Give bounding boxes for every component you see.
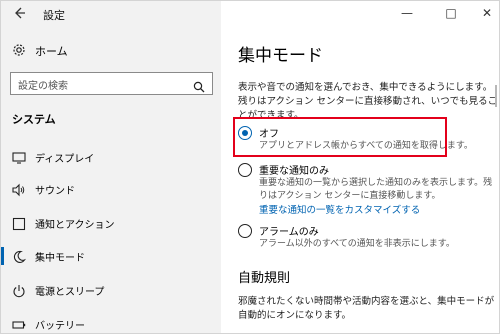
option-label: 重要な通知のみ — [259, 166, 329, 177]
auto-rules-description: 邪魔されたくない時間帯や活動内容を選ぶと、集中モードが自動的にオンになります。 — [238, 296, 495, 321]
section-title: システム — [12, 113, 56, 126]
speaker-icon — [12, 182, 26, 197]
minimize-button[interactable]: — — [399, 5, 415, 21]
radio-alarms-only[interactable] — [238, 224, 252, 238]
sidebar-item-home[interactable]: ホーム — [1, 38, 221, 62]
close-button[interactable]: ✕ — [479, 5, 495, 21]
option-label: アラームのみ — [259, 227, 319, 238]
moon-icon — [12, 249, 26, 263]
option-description: アラーム以外のすべての通知を非表示にします。 — [259, 239, 455, 249]
display-icon — [12, 150, 26, 164]
sidebar-item-display[interactable]: ディスプレイ — [1, 143, 221, 171]
sidebar-item-label: サウンド — [35, 186, 75, 197]
sidebar-item-label: ディスプレイ — [35, 154, 95, 165]
option-description: 重要な通知の一覧から選択した通知のみを表示します。残りはアクション センターに直… — [259, 178, 493, 201]
search-icon[interactable] — [193, 78, 205, 93]
sidebar: 設定 ホーム 設定の検索 システム ディスプレイ サウンド 通知とアクション 集… — [1, 1, 221, 333]
back-arrow-icon[interactable] — [11, 5, 27, 21]
radio-priority-only[interactable] — [238, 163, 252, 177]
scrollbar[interactable] — [495, 85, 497, 107]
search-placeholder: 設定の検索 — [18, 81, 68, 92]
sidebar-item-sound[interactable]: サウンド — [1, 175, 221, 203]
sidebar-item-label: 通知とアクション — [35, 220, 115, 231]
sidebar-item-label: 集中モード — [35, 253, 85, 264]
power-icon — [12, 283, 26, 298]
highlight-box — [233, 117, 447, 157]
maximize-button[interactable]: □ — [443, 5, 459, 21]
settings-window: 設定 ホーム 設定の検索 システム ディスプレイ サウンド 通知とアクション 集… — [0, 0, 500, 334]
search-input[interactable]: 設定の検索 — [10, 72, 213, 95]
gear-icon — [12, 42, 26, 56]
title-bar: 設定 — [1, 1, 221, 27]
sidebar-item-notifications[interactable]: 通知とアクション — [1, 209, 221, 237]
sidebar-item-focus-assist[interactable]: 集中モード — [1, 242, 221, 270]
customize-priority-link[interactable]: 重要な通知の一覧をカスタマイズする — [259, 202, 420, 216]
sidebar-item-label: バッテリー — [35, 321, 85, 332]
page-title: 集中モード — [238, 46, 323, 66]
auto-rules-title: 自動規則 — [238, 271, 291, 286]
home-label: ホーム — [35, 45, 68, 58]
app-title: 設定 — [43, 9, 65, 22]
notification-icon — [12, 216, 26, 231]
battery-icon — [12, 317, 26, 331]
main-panel: — □ ✕ 集中モード 表示や音での通知を選んでおき、集中できるようにします。残… — [221, 1, 499, 333]
sidebar-item-battery[interactable]: バッテリー — [1, 310, 221, 333]
sidebar-item-label: 電源とスリープ — [35, 287, 105, 298]
sidebar-item-power-sleep[interactable]: 電源とスリープ — [1, 276, 221, 304]
